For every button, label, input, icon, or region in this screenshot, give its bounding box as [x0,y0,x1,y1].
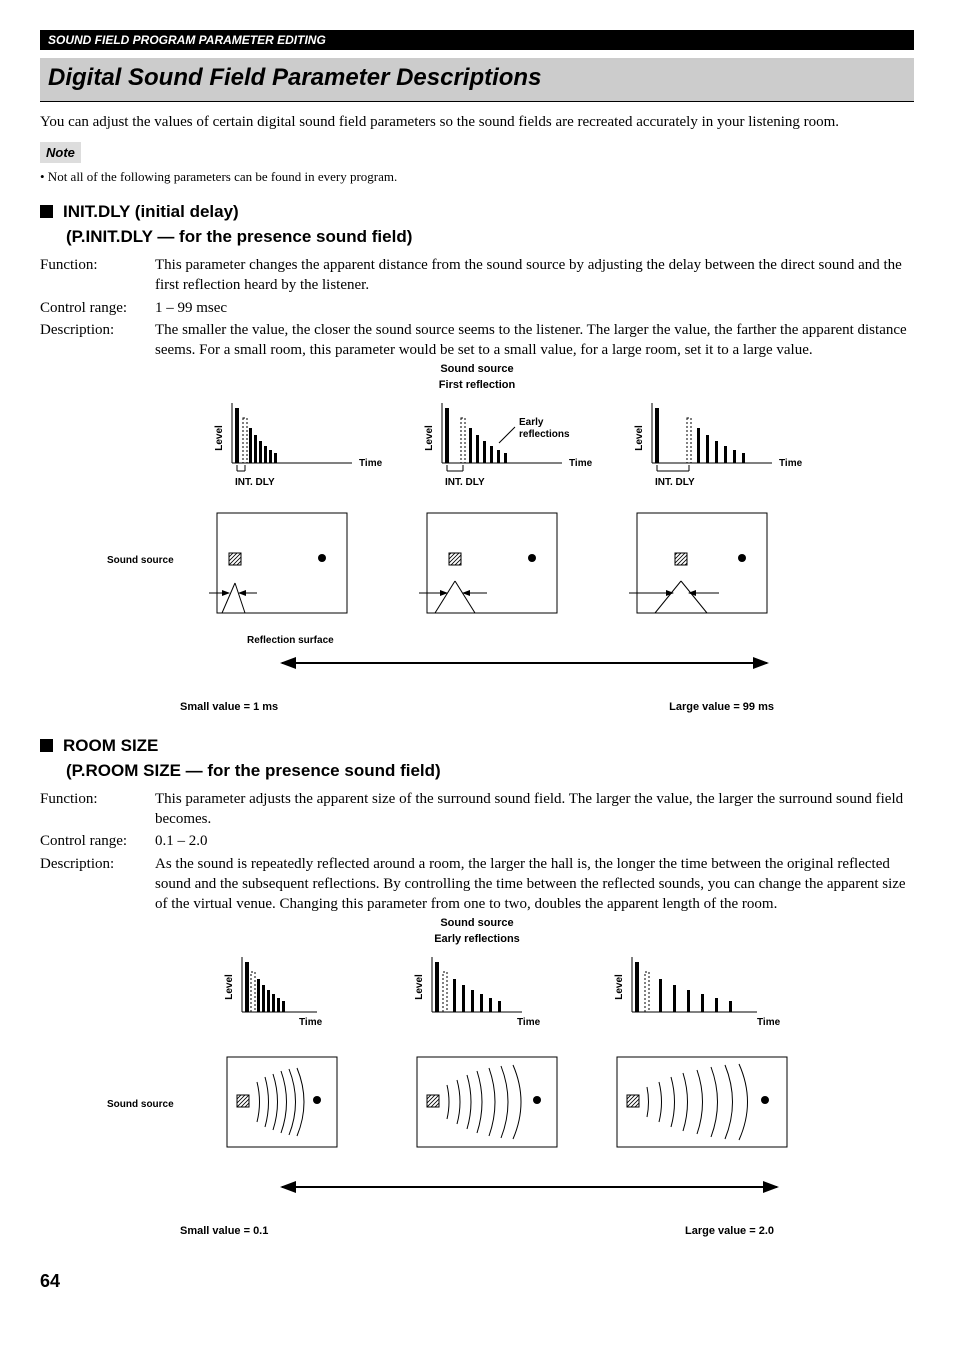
chart-large: Level Time [614,957,781,1028]
chart-small: Level Time [224,957,323,1028]
room-mid [419,513,557,613]
function-row: Function: This parameter adjusts the app… [40,789,914,830]
diagram-initdly-svg: Level Time INT. DLY Level Time Early ref… [97,403,857,693]
room-large [629,513,767,613]
svg-text:Time: Time [569,458,593,469]
label-sound-source: Sound source [40,916,914,931]
range-row: Control range: 0.1 – 2.0 [40,831,914,851]
svg-text:Time: Time [517,1017,541,1028]
function-label: Function: [40,255,155,296]
svg-text:Time: Time [757,1017,781,1028]
description-row: Description: As the sound is repeatedly … [40,854,914,915]
diagram1-range-row: Small value = 1 ms Large value = 99 ms [180,700,774,715]
diagram1-top-labels: Sound source First reflection [40,362,914,393]
range-label: Control range: [40,298,155,318]
diagram-roomsize-svg: Level Time Level Time [97,957,857,1217]
section-header-bar: SOUND FIELD PROGRAM PARAMETER EDITING [40,30,914,50]
section-head-text: ROOM SIZE [63,736,158,755]
diagram-roomsize: Level Time Level Time [40,957,914,1239]
main-title-block: Digital Sound Field Parameter Descriptio… [40,58,914,101]
bullet-square-icon [40,205,53,218]
svg-text:Time: Time [359,458,383,469]
small-value-label: Small value = 0.1 [180,1224,268,1239]
svg-text:Level: Level [634,425,645,451]
chart-mid: Level Time [414,957,541,1028]
bullet-square-icon [40,739,53,752]
range-row: Control range: 1 – 99 msec [40,298,914,318]
range-text: 0.1 – 2.0 [155,831,914,851]
label-early-reflections: Early reflections [40,932,914,947]
function-row: Function: This parameter changes the app… [40,255,914,296]
room-mid [417,1057,557,1147]
description-text: The smaller the value, the closer the so… [155,320,914,361]
small-value-label: Small value = 1 ms [180,700,278,715]
page-number: 64 [40,1269,914,1293]
svg-text:INT. DLY: INT. DLY [235,477,275,488]
room-large [617,1057,787,1147]
svg-text:Level: Level [214,425,225,451]
section-head-roomsize: ROOM SIZE [40,735,914,758]
label-first-reflection: First reflection [40,378,914,393]
svg-text:INT. DLY: INT. DLY [445,477,485,488]
svg-text:Level: Level [414,974,425,1000]
chart-large: Level Time INT. DLY [634,403,803,488]
function-label: Function: [40,789,155,830]
svg-text:Time: Time [299,1017,323,1028]
large-value-label: Large value = 2.0 [685,1224,774,1239]
room-small [227,1057,337,1147]
diagram-initdly: Level Time INT. DLY Level Time Early ref… [40,403,914,715]
description-text: As the sound is repeatedly reflected aro… [155,854,914,915]
svg-text:reflections: reflections [519,429,570,440]
room-small [209,513,347,613]
description-row: Description: The smaller the value, the … [40,320,914,361]
large-value-label: Large value = 99 ms [669,700,774,715]
range-label: Control range: [40,831,155,851]
section-head-initdly: INIT.DLY (initial delay) [40,201,914,224]
function-text: This parameter adjusts the apparent size… [155,789,914,830]
svg-text:Time: Time [779,458,803,469]
svg-text:Level: Level [424,425,435,451]
range-text: 1 – 99 msec [155,298,914,318]
chart-mid: Level Time Early reflections INT. DLY [424,403,593,488]
chart-small: Level Time INT. DLY [214,403,383,488]
note-text: • Not all of the following parameters ca… [40,168,914,186]
svg-text:INT. DLY: INT. DLY [655,477,695,488]
diagram2-range-row: Small value = 0.1 Large value = 2.0 [180,1224,774,1239]
intro-text: You can adjust the values of certain dig… [40,112,914,132]
main-title: Digital Sound Field Parameter Descriptio… [48,64,541,91]
description-label: Description: [40,854,155,915]
svg-text:Level: Level [224,974,235,1000]
section-sub-roomsize: (P.ROOM SIZE — for the presence sound fi… [66,760,914,783]
label-reflection-surface: Reflection surface [247,635,334,646]
svg-text:Early: Early [519,417,544,428]
section-head-text: INIT.DLY (initial delay) [63,202,239,221]
svg-text:Level: Level [614,974,625,1000]
section-sub-initdly: (P.INIT.DLY — for the presence sound fie… [66,226,914,249]
label-sound-source-side: Sound source [107,555,174,566]
description-label: Description: [40,320,155,361]
label-sound-source: Sound source [40,362,914,377]
label-sound-source-side: Sound source [107,1099,174,1110]
diagram2-top-labels: Sound source Early reflections [40,916,914,947]
function-text: This parameter changes the apparent dist… [155,255,914,296]
note-label: Note [40,142,81,164]
